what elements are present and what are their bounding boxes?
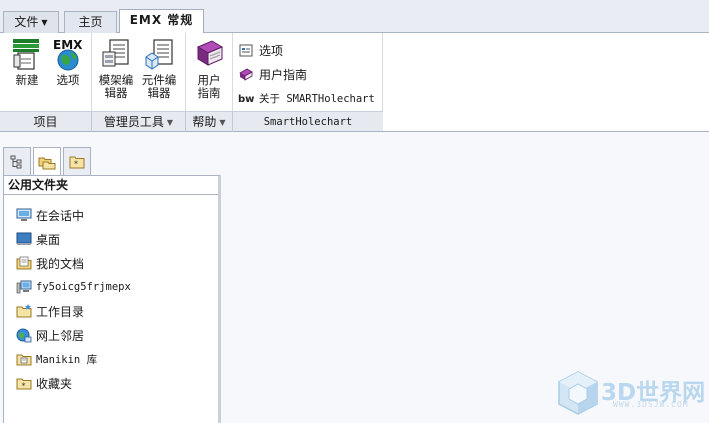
tab-file-label: 文件 (14, 15, 39, 29)
monitor-icon (15, 207, 32, 223)
nav-tab-model-tree[interactable] (3, 147, 31, 175)
folder-desktop[interactable]: 桌面 (4, 227, 218, 251)
folder-list: 在会话中 桌面 我的文档 fy5oicg5frjmepx 工作目录 网上邻居 M… (4, 195, 218, 395)
model-editor-icon (102, 39, 129, 67)
tab-file[interactable]: 文件 ▼ (3, 11, 59, 33)
component-editor-label: 元件编辑器 (141, 73, 177, 100)
common-folders-panel: 公用文件夹 在会话中 桌面 我的文档 fy5oicg5frjmepx 工作目录 … (3, 175, 221, 423)
svg-text:*: * (74, 159, 78, 168)
tab-home-label: 主页 (78, 15, 103, 29)
folder-network[interactable]: 网上邻居 (4, 323, 218, 347)
folder-label: 网上邻居 (36, 328, 85, 343)
group-smartholechart: SmartHolechart (233, 114, 383, 130)
ribbon-tab-strip: 文件 ▼ 主页 EMX 常规 (0, 0, 709, 34)
group-divider (232, 112, 233, 132)
group-project: 项目 (0, 114, 91, 130)
library-folder-icon (15, 351, 32, 367)
component-editor-icon (145, 39, 173, 70)
folder-browser-icon (38, 157, 56, 170)
emx-options-icon: EMX (53, 38, 83, 71)
folder-manikin-library[interactable]: Manikin 库 (4, 347, 218, 371)
ribbon-group-bar: 项目 管理员工具 ▼ 帮助 ▼ SmartHolechart (0, 111, 383, 132)
svg-text:bw: bw (238, 94, 254, 104)
options-list-icon (238, 43, 254, 57)
group-divider (185, 112, 186, 132)
model-editor-button[interactable]: 模架编辑器 (96, 37, 136, 100)
bw-logo-icon: bw (238, 91, 254, 105)
working-directory-icon (15, 303, 32, 319)
folder-label: 收藏夹 (36, 376, 73, 391)
panel-title: 公用文件夹 (4, 176, 218, 195)
tab-emx-label: EMX 常规 (129, 13, 194, 27)
chevron-down-icon: ▼ (166, 118, 174, 127)
smart-options-button[interactable]: 选项 (238, 38, 375, 62)
smart-user-guide-label: 用户指南 (259, 67, 308, 82)
group-help-label: 帮助 (192, 115, 217, 129)
site-watermark: 3D世界网 WWW.3DSJW.COM (553, 369, 709, 417)
nav-tab-favorites[interactable]: * (63, 147, 91, 175)
options-button-label: 选项 (56, 73, 80, 87)
watermark-url: WWW.3DSJW.COM (613, 400, 689, 409)
group-project-label: 项目 (33, 115, 58, 129)
user-guide-label: 用户指南 (197, 73, 221, 100)
folder-label: 工作目录 (36, 304, 85, 319)
nav-tab-folder-browser[interactable] (33, 147, 61, 176)
folder-label: Manikin 库 (36, 353, 98, 366)
network-globe-icon (15, 327, 32, 343)
chevron-down-icon: ▼ (41, 18, 48, 27)
tab-home[interactable]: 主页 (64, 11, 117, 33)
component-editor-button[interactable]: 元件编辑器 (139, 37, 179, 100)
folder-favorites[interactable]: * 收藏夹 (4, 371, 218, 395)
group-admin-tools[interactable]: 管理员工具 ▼ (92, 114, 185, 131)
new-button[interactable]: 新建 (8, 37, 46, 87)
smart-user-guide-button[interactable]: 用户指南 (238, 62, 375, 86)
documents-folder-icon (15, 255, 32, 271)
user-guide-button[interactable]: 用户指南 (191, 37, 227, 100)
cube-logo-icon (558, 371, 598, 415)
about-smartholechart-label: 关于 SMARTHolechart (259, 92, 375, 105)
favorites-folder-icon: * (15, 375, 32, 391)
folder-label: 我的文档 (36, 256, 85, 271)
chevron-down-icon: ▼ (219, 118, 226, 127)
folder-label: 桌面 (36, 232, 61, 247)
favorites-folder-icon: * (69, 156, 85, 168)
group-admin-tools-label: 管理员工具 (103, 115, 164, 129)
group-smartholechart-label: SmartHolechart (263, 116, 353, 128)
folder-computer[interactable]: fy5oicg5frjmepx (4, 275, 218, 299)
group-help[interactable]: 帮助 ▼ (186, 114, 232, 131)
svg-text:*: * (21, 382, 25, 391)
new-button-label: 新建 (15, 73, 39, 87)
user-guide-book-icon (238, 67, 254, 81)
folder-in-session[interactable]: 在会话中 (4, 203, 218, 227)
about-smartholechart-button[interactable]: bw 关于 SMARTHolechart (238, 86, 375, 110)
desktop-icon (15, 231, 32, 247)
computer-icon (15, 279, 32, 295)
folder-label: fy5oicg5frjmepx (36, 281, 131, 293)
options-button[interactable]: EMX 选项 (50, 37, 86, 87)
ribbon-group-bar-empty (383, 111, 709, 132)
smart-options-label: 选项 (259, 43, 284, 58)
smartholechart-items: 选项 用户指南 bw 关于 SMARTHolechart (238, 38, 375, 110)
model-tree-icon (10, 155, 22, 168)
folder-working-directory[interactable]: 工作目录 (4, 299, 218, 323)
ribbon-panel: 新建 EMX 选项 模架编辑器 元件编辑器 用户指南 选项 用户指南 bw 关于… (0, 33, 709, 132)
group-divider (91, 112, 92, 132)
new-project-icon (13, 39, 39, 70)
folder-label: 在会话中 (36, 208, 85, 223)
folder-my-documents[interactable]: 我的文档 (4, 251, 218, 275)
tab-emx[interactable]: EMX 常规 (119, 9, 204, 34)
model-editor-label: 模架编辑器 (98, 73, 134, 100)
user-guide-book-icon (196, 40, 224, 66)
